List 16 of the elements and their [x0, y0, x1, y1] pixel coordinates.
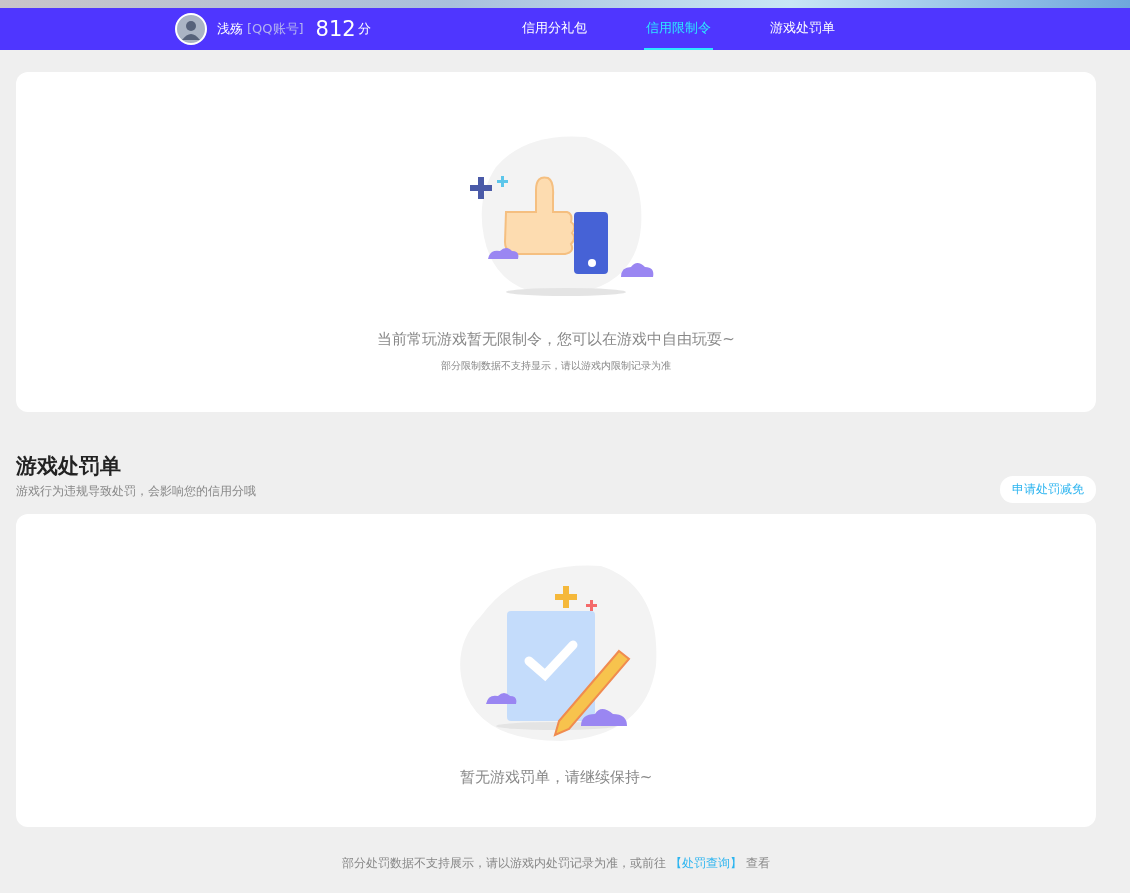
empty-message: 暂无游戏罚单，请继续保持~ [459, 768, 653, 787]
footer-text: 部分处罚数据不支持展示，请以游戏内处罚记录为准，或前往 [342, 856, 666, 870]
account-type: [QQ账号] [247, 20, 304, 38]
nav-tab[interactable]: 游戏处罚单 [768, 8, 837, 50]
score-unit: 分 [357, 20, 371, 38]
empty-message: 当前常玩游戏暂无限制令，您可以在游戏中自由玩耍~ [377, 330, 735, 349]
nav-tab[interactable]: 信用分礼包 [520, 8, 589, 50]
note-text: 部分限制数据不支持显示，请以游戏内限制记录为准 [441, 359, 671, 373]
nav-tab[interactable]: 信用限制令 [644, 8, 713, 50]
avatar-icon [175, 13, 207, 45]
section-subtitle: 游戏行为违规导致处罚，会影响您的信用分哦 [16, 483, 256, 500]
footer-text: 查看 [746, 856, 770, 870]
user-name: 浅殇 [217, 20, 243, 38]
credit-score: 812 [315, 17, 356, 41]
apply-reduction-button[interactable]: 申请处罚减免 [1000, 476, 1096, 503]
section-title: 游戏处罚单 [16, 453, 122, 480]
